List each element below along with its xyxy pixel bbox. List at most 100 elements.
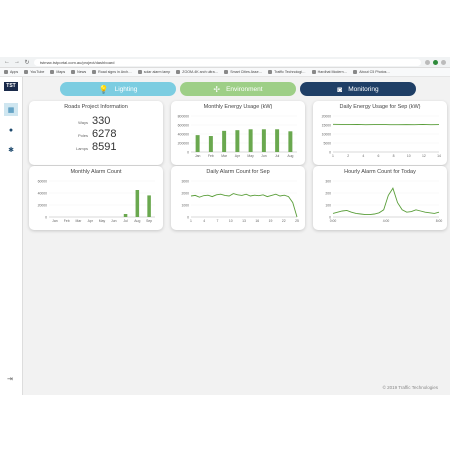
menu-icon[interactable] <box>441 59 446 65</box>
bookmark-item[interactable]: News <box>71 70 86 74</box>
bookmark-label: solar alarm lamp <box>143 70 171 74</box>
project-info-title: Roads Project Information <box>64 104 128 110</box>
y-tick-label: 2000 <box>181 191 189 195</box>
bookmark-icon <box>224 70 229 74</box>
address-bar[interactable]: tstmax.tstportal.com.au/project/dashboar… <box>34 58 421 66</box>
bookmark-item[interactable]: Apps <box>4 70 18 74</box>
y-tick-label: 1000 <box>181 203 189 207</box>
x-tick-label: Jan <box>52 219 58 223</box>
x-tick-label: 2 <box>347 154 349 158</box>
star-icon[interactable] <box>425 59 430 65</box>
sidebar: TST ▦ ● ✱ ⇥ <box>0 77 23 395</box>
x-tick-label: Jul <box>275 154 280 158</box>
lamps-label: Lamps <box>75 146 88 151</box>
bar <box>195 135 200 152</box>
reload-icon[interactable]: ↻ <box>24 59 30 66</box>
bookmark-item[interactable]: ZOOM-4K arch ultra… <box>176 70 218 74</box>
y-tick-label: 800000 <box>178 114 189 118</box>
x-tick-label: 22 <box>282 219 286 223</box>
x-tick-label: 16 <box>255 219 259 223</box>
lightbulb-icon: 💡 <box>98 84 109 94</box>
x-tick-label: Apr <box>235 154 241 158</box>
bookmark-icon <box>92 70 97 74</box>
x-tick-label: 4 <box>203 219 205 223</box>
bookmark-icon <box>24 70 29 74</box>
bookmark-label: Apps <box>10 70 19 74</box>
profile-icon[interactable] <box>433 59 438 65</box>
bookmark-item[interactable]: Smart Cities Asse… <box>224 70 262 74</box>
bookmark-label: About C5 Photos… <box>359 70 390 74</box>
bar <box>147 195 151 217</box>
y-tick-label: 0 <box>187 150 189 154</box>
y-tick-label: 400000 <box>178 132 189 136</box>
bookmark-item[interactable]: Traffic Technologi… <box>268 70 306 74</box>
project-info-card: Roads Project Information Ways 330 Poles… <box>29 101 163 165</box>
x-tick-label: 10 <box>407 154 411 158</box>
x-tick-label: Aug <box>287 154 293 158</box>
bookmark-item[interactable]: About C5 Photos… <box>353 70 390 74</box>
bar <box>288 131 293 152</box>
bookmark-item[interactable]: Hardhat Modern… <box>311 70 348 74</box>
x-tick-label: 12 <box>422 154 426 158</box>
bookmark-item[interactable]: YouTube <box>24 70 44 74</box>
monthly-energy-chart: 800000 600000 400000 200000 0 Jan Feb Mar Apr May… <box>178 114 297 158</box>
logo: TST <box>4 82 18 91</box>
x-tick-label: Jun <box>261 154 267 158</box>
dashboard-nav-button[interactable]: ▦ <box>4 103 18 116</box>
forward-icon[interactable]: → <box>14 59 20 65</box>
bookmark-label: Traffic Technologi… <box>274 70 306 74</box>
bookmark-item[interactable]: Road signs in Arch… <box>92 70 132 74</box>
lamps-value: 8591 <box>92 141 117 153</box>
y-tick-label: 200000 <box>178 141 189 145</box>
settings-nav-button[interactable]: ✱ <box>4 143 18 156</box>
bookmark-icon <box>50 70 55 74</box>
bookmark-icon <box>4 70 8 74</box>
tab-monitoring[interactable]: ◙ Monitoring <box>300 82 416 96</box>
bookmark-label: Hardhat Modern… <box>317 70 348 74</box>
x-tick-label: Mar <box>221 154 228 158</box>
x-tick-label: 10 <box>229 219 233 223</box>
bookmark-item[interactable]: Maps <box>50 70 65 74</box>
daily-energy-chart: 200001500010000500001 2 4 6 8 10 12 14 <box>322 114 441 158</box>
ways-value: 330 <box>92 115 111 127</box>
x-tick-label: Sep <box>146 219 152 223</box>
x-tick-label: 14 <box>437 154 441 158</box>
tab-lighting[interactable]: 💡 Lighting <box>60 82 176 96</box>
footer-copyright: © 2019 Traffic Technologies <box>382 385 438 390</box>
x-tick-label: Aug <box>134 219 140 223</box>
bookmark-item[interactable]: solar alarm lamp <box>137 70 171 74</box>
x-tick-label: 6 <box>377 154 379 158</box>
bookmark-label: Maps <box>56 70 66 74</box>
tab-environment[interactable]: ✢ Environment <box>180 82 296 96</box>
bar <box>248 129 253 152</box>
y-tick-label: 100 <box>325 203 331 207</box>
y-tick-label: 3000 <box>181 179 189 183</box>
x-tick-label: Feb <box>64 219 70 223</box>
bookmark-label: ZOOM-4K arch ultra… <box>182 70 219 74</box>
wind-turbine-icon: ✢ <box>213 84 221 94</box>
x-tick-label: Feb <box>208 154 214 158</box>
logout-icon[interactable]: ⇥ <box>7 375 13 383</box>
y-tick-label: 0 <box>329 150 331 154</box>
x-tick-label: Jun <box>111 219 117 223</box>
bar <box>275 129 280 152</box>
x-tick-label: 4 <box>362 154 364 158</box>
category-tabs: 💡 Lighting ✢ Environment ◙ Monitoring <box>60 82 416 96</box>
bookmark-label: YouTube <box>30 70 45 74</box>
y-tick-label: 40000 <box>38 191 48 195</box>
x-tick-label: 8 <box>393 154 395 158</box>
daily-alarm-chart: 3000 2000 1000 01 4 7 10 13 16 19 22 25 <box>181 179 299 223</box>
map-nav-button[interactable]: ● <box>4 124 18 137</box>
poles-value: 6278 <box>92 128 117 140</box>
poles-label: Poles <box>77 133 88 138</box>
bookmark-icon <box>71 70 76 74</box>
x-tick-label: 8:00 <box>436 219 443 223</box>
daily-alarm-card: Daily Alarm Count for Sep 3000 2000 1000 0 1… <box>171 166 305 230</box>
y-tick-label: 15000 <box>322 123 332 127</box>
y-tick-label: 0 <box>187 215 189 219</box>
y-tick-label: 600000 <box>178 123 189 127</box>
bar <box>261 129 266 152</box>
y-tick-label: 10000 <box>322 132 332 136</box>
bookmark-label: Road signs in Arch… <box>98 70 132 74</box>
back-icon[interactable]: ← <box>4 59 10 65</box>
